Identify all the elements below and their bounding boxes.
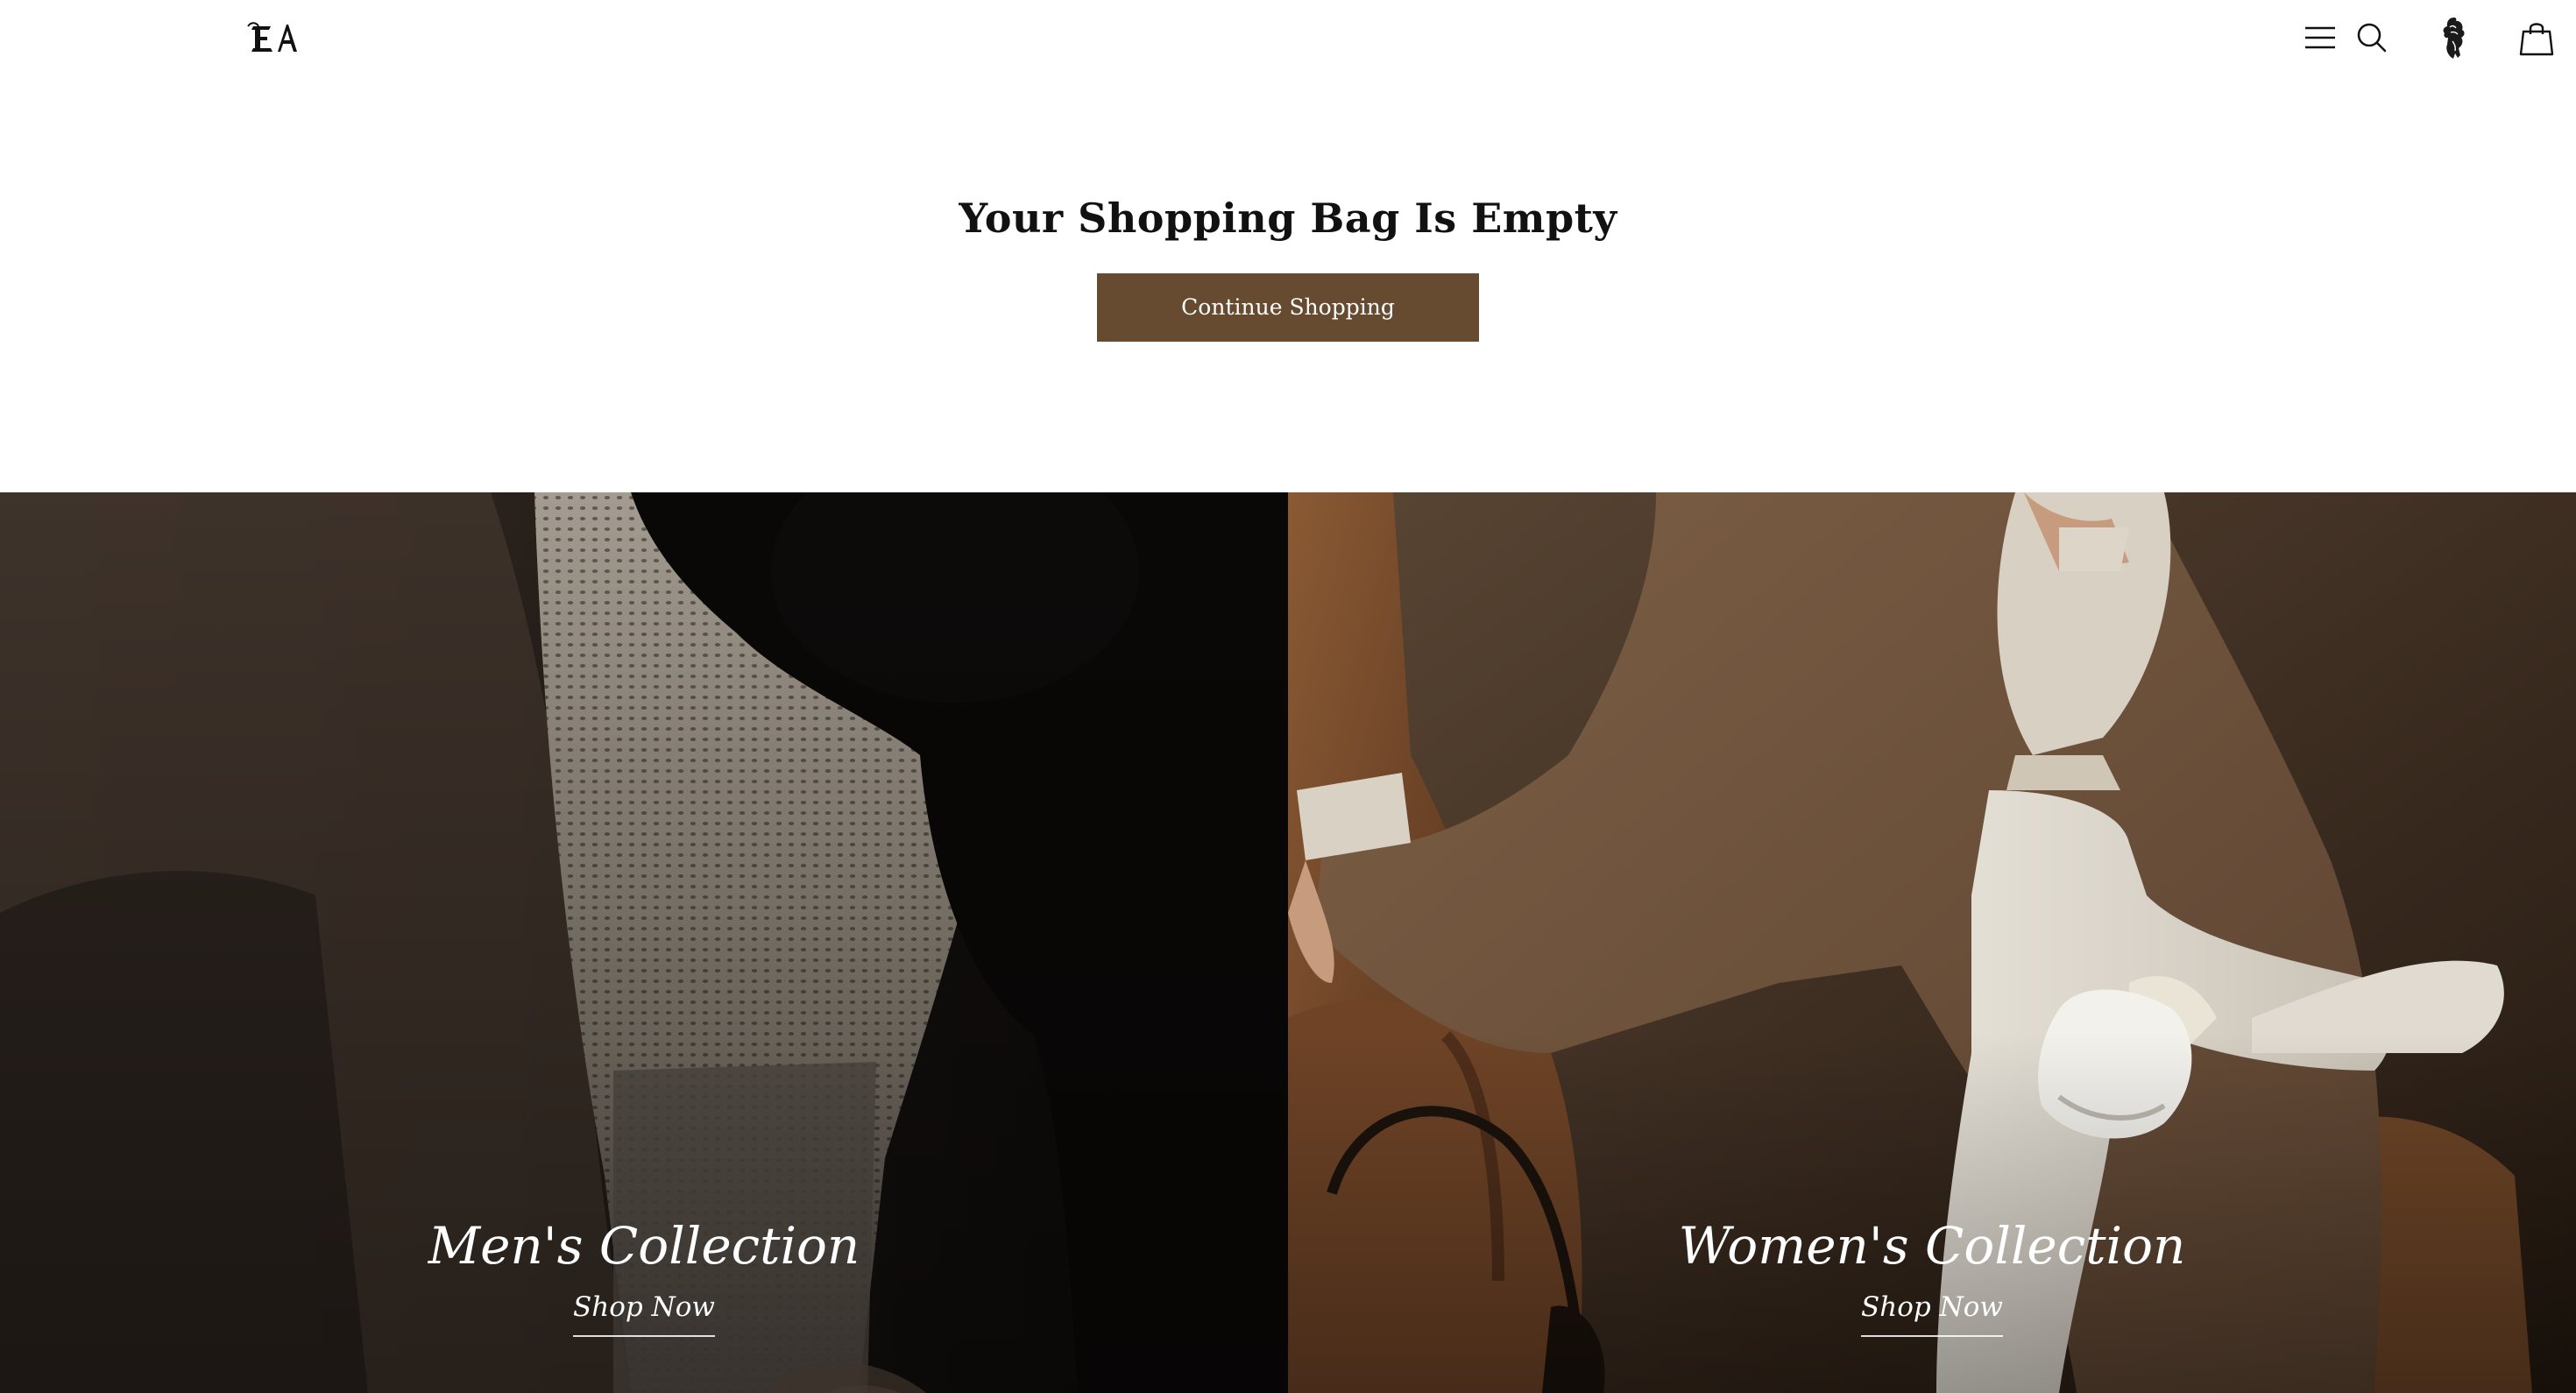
continue-shopping-button[interactable]: Continue Shopping — [1097, 273, 1479, 342]
site-header — [0, 0, 2576, 75]
empty-bag-title: Your Shopping Bag Is Empty — [959, 194, 1617, 242]
womens-collection-caption: Women's Collection Shop Now — [1288, 1213, 2576, 1337]
collection-banners: Men's Collection Shop Now Women's Collec… — [0, 492, 2576, 1393]
mens-collection-banner[interactable]: Men's Collection Shop Now — [0, 492, 1288, 1393]
womens-shop-now-link[interactable]: Shop Now — [1861, 1288, 2003, 1337]
womens-collection-banner[interactable]: Women's Collection Shop Now — [1288, 492, 2576, 1393]
mens-collection-title: Men's Collection — [428, 1216, 860, 1276]
brand-logo[interactable] — [244, 18, 302, 58]
search-icon — [2357, 23, 2387, 53]
bag-button[interactable] — [2509, 11, 2564, 65]
empty-bag-section: Your Shopping Bag Is Empty Continue Shop… — [0, 75, 2576, 492]
ea-monogram-icon — [247, 22, 297, 52]
mens-shop-now-link[interactable]: Shop Now — [573, 1288, 715, 1337]
profile-figure-icon — [2443, 18, 2465, 59]
womens-collection-title: Women's Collection — [1678, 1216, 2186, 1276]
menu-toggle[interactable] — [2293, 11, 2347, 65]
shopping-bag-icon — [2519, 23, 2554, 56]
search-button[interactable] — [2345, 11, 2399, 65]
account-button[interactable] — [2427, 11, 2481, 65]
mens-collection-caption: Men's Collection Shop Now — [0, 1213, 1288, 1337]
menu-icon — [2305, 26, 2335, 49]
